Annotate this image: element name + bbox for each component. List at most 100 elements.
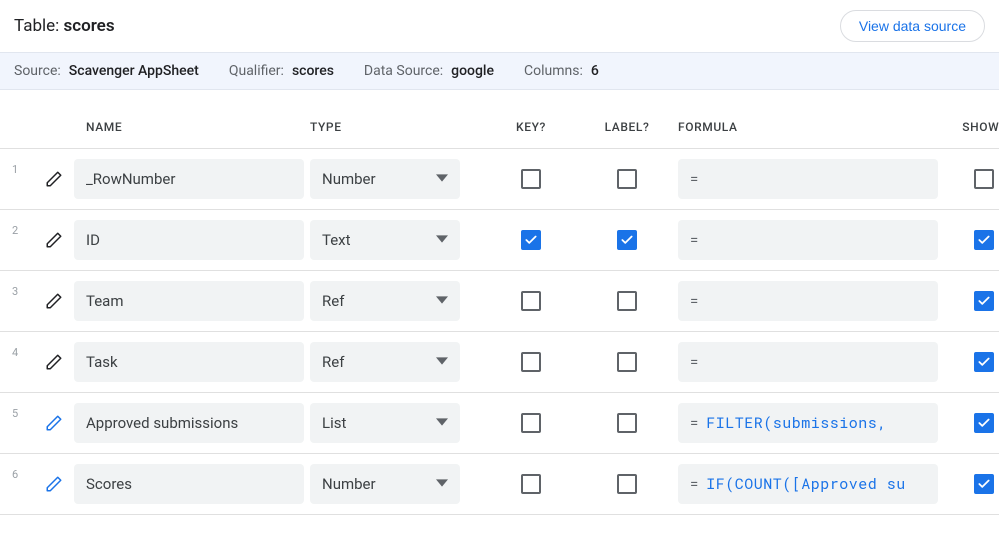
col-header-label: LABEL? bbox=[582, 120, 672, 134]
page-title: Table: scores bbox=[14, 16, 115, 36]
column-type-select[interactable]: Ref bbox=[310, 281, 460, 321]
column-type-value: Ref bbox=[322, 292, 344, 310]
chevron-down-icon bbox=[436, 170, 448, 188]
edit-icon[interactable] bbox=[40, 170, 68, 188]
formula-field[interactable]: = bbox=[678, 342, 938, 382]
column-name-field[interactable]: Scores bbox=[74, 464, 304, 504]
key-checkbox[interactable] bbox=[521, 169, 541, 189]
columns-table: NAME TYPE KEY? LABEL? FORMULA SHOW? 1_Ro… bbox=[0, 90, 999, 515]
row-number: 4 bbox=[10, 342, 34, 359]
show-checkbox[interactable] bbox=[974, 291, 994, 311]
col-header-name: NAME bbox=[74, 120, 304, 134]
column-type-value: Number bbox=[322, 475, 376, 493]
formula-field[interactable]: = FILTER(submissions, bbox=[678, 403, 938, 443]
show-checkbox[interactable] bbox=[974, 413, 994, 433]
row-number: 5 bbox=[10, 403, 34, 420]
table-row: 5 Approved submissions List = FILTER(submiss… bbox=[0, 393, 999, 454]
edit-icon[interactable] bbox=[40, 414, 68, 432]
label-checkbox[interactable] bbox=[617, 413, 637, 433]
formula-field[interactable]: = bbox=[678, 159, 938, 199]
column-name-field[interactable]: Approved submissions bbox=[74, 403, 304, 443]
meta-source-value: Scavenger AppSheet bbox=[69, 63, 199, 79]
edit-icon[interactable] bbox=[40, 475, 68, 493]
chevron-down-icon bbox=[436, 414, 448, 432]
col-header-key: KEY? bbox=[486, 120, 576, 134]
formula-expression: FILTER(submissions, bbox=[706, 413, 887, 433]
formula-expression: IF(COUNT([Approved su bbox=[706, 474, 906, 494]
formula-equals: = bbox=[690, 170, 698, 188]
column-name-value: Scores bbox=[86, 475, 132, 493]
row-number: 3 bbox=[10, 281, 34, 298]
meta-qualifier-value: scores bbox=[292, 63, 334, 79]
column-name-value: Approved submissions bbox=[86, 414, 238, 432]
column-type-select[interactable]: List bbox=[310, 403, 460, 443]
column-type-select[interactable]: Text bbox=[310, 220, 460, 260]
key-checkbox[interactable] bbox=[521, 291, 541, 311]
key-checkbox[interactable] bbox=[521, 352, 541, 372]
col-header-formula: FORMULA bbox=[678, 120, 938, 134]
show-checkbox[interactable] bbox=[974, 230, 994, 250]
title-label: Table: bbox=[14, 16, 59, 36]
column-type-select[interactable]: Number bbox=[310, 464, 460, 504]
formula-field[interactable]: = IF(COUNT([Approved su bbox=[678, 464, 938, 504]
title-value: scores bbox=[63, 16, 114, 36]
column-name-value: Task bbox=[86, 353, 118, 371]
key-checkbox[interactable] bbox=[521, 230, 541, 250]
chevron-down-icon bbox=[436, 475, 448, 493]
meta-source: Source: Scavenger AppSheet bbox=[14, 63, 199, 79]
chevron-down-icon bbox=[436, 231, 448, 249]
formula-field[interactable]: = bbox=[678, 220, 938, 260]
meta-columns: Columns: 6 bbox=[524, 63, 599, 79]
formula-field[interactable]: = bbox=[678, 281, 938, 321]
column-type-value: List bbox=[322, 414, 346, 432]
label-checkbox[interactable] bbox=[617, 474, 637, 494]
header-bar: Table: scores View data source bbox=[0, 0, 999, 52]
chevron-down-icon bbox=[436, 353, 448, 371]
edit-icon[interactable] bbox=[40, 231, 68, 249]
meta-datasource-label: Data Source: bbox=[364, 63, 443, 79]
table-row: 2 ID Text = bbox=[0, 210, 999, 271]
meta-qualifier-label: Qualifier: bbox=[229, 63, 284, 79]
key-checkbox[interactable] bbox=[521, 413, 541, 433]
show-checkbox[interactable] bbox=[974, 352, 994, 372]
column-name-field[interactable]: Team bbox=[74, 281, 304, 321]
column-name-field[interactable]: ID bbox=[74, 220, 304, 260]
column-name-value: ID bbox=[86, 231, 100, 249]
table-row: 6 Scores Number = IF(COUNT([Approved su bbox=[0, 454, 999, 515]
key-checkbox[interactable] bbox=[521, 474, 541, 494]
formula-equals: = bbox=[690, 414, 698, 432]
table-row: 1_RowNumberNumber= bbox=[0, 149, 999, 210]
label-checkbox[interactable] bbox=[617, 230, 637, 250]
column-name-value: _RowNumber bbox=[86, 170, 175, 188]
column-type-select[interactable]: Ref bbox=[310, 342, 460, 382]
col-header-type: TYPE bbox=[310, 120, 480, 134]
formula-equals: = bbox=[690, 353, 698, 371]
row-number: 6 bbox=[10, 464, 34, 481]
col-header-show: SHOW? bbox=[944, 120, 999, 134]
show-checkbox[interactable] bbox=[974, 169, 994, 189]
column-name-value: Team bbox=[86, 292, 124, 310]
meta-qualifier: Qualifier: scores bbox=[229, 63, 334, 79]
column-type-value: Ref bbox=[322, 353, 344, 371]
column-type-value: Number bbox=[322, 170, 376, 188]
meta-source-label: Source: bbox=[14, 63, 61, 79]
table-row: 3 Team Ref = bbox=[0, 271, 999, 332]
row-number: 2 bbox=[10, 220, 34, 237]
meta-datasource-value: google bbox=[451, 63, 494, 79]
table-row: 4 Task Ref = bbox=[0, 332, 999, 393]
formula-equals: = bbox=[690, 231, 698, 249]
label-checkbox[interactable] bbox=[617, 169, 637, 189]
formula-equals: = bbox=[690, 475, 698, 493]
meta-columns-label: Columns: bbox=[524, 63, 583, 79]
label-checkbox[interactable] bbox=[617, 352, 637, 372]
label-checkbox[interactable] bbox=[617, 291, 637, 311]
column-name-field[interactable]: Task bbox=[74, 342, 304, 382]
view-data-source-button[interactable]: View data source bbox=[840, 10, 985, 42]
edit-icon[interactable] bbox=[40, 353, 68, 371]
column-type-select[interactable]: Number bbox=[310, 159, 460, 199]
column-name-field[interactable]: _RowNumber bbox=[74, 159, 304, 199]
show-checkbox[interactable] bbox=[974, 474, 994, 494]
chevron-down-icon bbox=[436, 292, 448, 310]
edit-icon[interactable] bbox=[40, 292, 68, 310]
meta-bar: Source: Scavenger AppSheet Qualifier: sc… bbox=[0, 52, 999, 90]
